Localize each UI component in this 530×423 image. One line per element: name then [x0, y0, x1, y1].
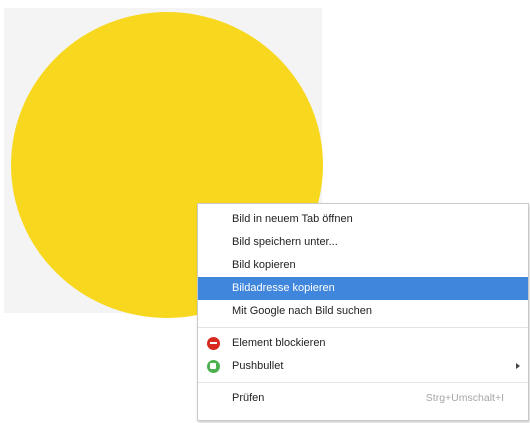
menu-item-label: Prüfen	[232, 392, 265, 404]
menu-item-search-google-for-image[interactable]: Mit Google nach Bild suchen	[198, 300, 528, 323]
menu-item-label: Mit Google nach Bild suchen	[232, 305, 373, 317]
page: Bild in neuem Tab öffnen Bild speichern …	[0, 0, 530, 423]
menu-item-copy-image-address[interactable]: Bildadresse kopieren	[198, 277, 528, 300]
submenu-arrow-icon	[516, 363, 520, 369]
menu-separator	[198, 382, 528, 383]
menu-separator	[198, 327, 528, 328]
menu-item-open-image-new-tab[interactable]: Bild in neuem Tab öffnen	[198, 208, 528, 231]
menu-item-label: Pushbullet	[232, 360, 284, 372]
menu-item-pushbullet[interactable]: Pushbullet	[198, 355, 528, 378]
context-menu: Bild in neuem Tab öffnen Bild speichern …	[197, 203, 529, 421]
menu-item-label: Bildadresse kopieren	[232, 282, 335, 294]
menu-item-block-element[interactable]: Element blockieren	[198, 332, 528, 355]
menu-item-save-image-as[interactable]: Bild speichern unter...	[198, 231, 528, 254]
menu-item-inspect[interactable]: Prüfen Strg+Umschalt+I	[198, 387, 528, 410]
menu-item-label: Bild speichern unter...	[232, 236, 338, 248]
menu-item-label: Bild in neuem Tab öffnen	[232, 213, 353, 225]
menu-item-copy-image[interactable]: Bild kopieren	[198, 254, 528, 277]
menu-item-label: Element blockieren	[232, 337, 326, 349]
adblock-plus-icon	[207, 337, 220, 350]
menu-item-shortcut: Strg+Umschalt+I	[425, 392, 504, 404]
menu-item-label: Bild kopieren	[232, 259, 296, 271]
pushbullet-icon	[207, 360, 220, 373]
